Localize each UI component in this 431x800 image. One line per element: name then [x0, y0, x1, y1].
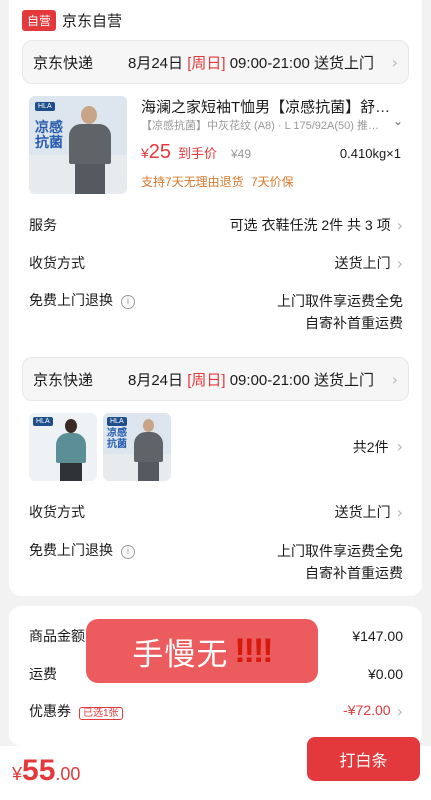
exclamation-icon: !!!! — [234, 631, 273, 670]
coupon-row[interactable]: 优惠券 已选1张 -¥72.00 › — [29, 701, 403, 721]
chevron-right-icon: › — [391, 52, 398, 72]
total-price: ¥ 55 .00 — [12, 754, 81, 787]
product-price: ¥ 25 到手价 — [141, 141, 218, 163]
service-label: 服务 — [29, 217, 57, 233]
hurry-sticker: 手慢无!!!! — [86, 619, 318, 683]
free-return-detail: 上门取件享运费全免 自寄补首重运费 — [277, 293, 403, 331]
delivery-method-label: 收货方式 — [29, 255, 85, 271]
carrier-name: 京东快递 — [33, 371, 94, 389]
self-operated-badge: 自营 — [22, 9, 57, 31]
info-icon[interactable]: i — [121, 545, 135, 559]
chevron-right-icon: › — [396, 253, 403, 273]
shop-header: 自营 京东自营 — [22, 9, 122, 31]
chevron-right-icon: › — [391, 369, 398, 389]
free-return-label: 免费上门退换 — [29, 292, 113, 308]
weight-quantity: 0.410kg×1 — [339, 146, 401, 161]
shop-name[interactable]: 京东自营 — [62, 10, 122, 31]
chevron-right-icon: › — [396, 701, 403, 721]
free-return-row: 免费上门退换 i 上门取件享运费全免 自寄补首重运费 — [29, 540, 403, 584]
item-count[interactable]: 共2件 › — [353, 437, 403, 457]
service-value: 可选 衣鞋任洗 2件 共 3 项 — [229, 217, 391, 233]
delivery-method-value: 送货上门 — [334, 255, 391, 271]
goods-amount-value: ¥147.00 — [352, 628, 403, 644]
shipping-fee-value: ¥0.00 — [367, 666, 403, 682]
product-title[interactable]: 海澜之家短袖T恤男【凉感抗菌】舒适透气百搭 — [141, 96, 405, 117]
product-image[interactable]: HLA 凉感 抗菌 — [103, 413, 171, 481]
chevron-right-icon: › — [396, 437, 403, 456]
delivery-method-label: 收货方式 — [29, 504, 85, 520]
delivery-method-row[interactable]: 收货方式 送货上门 › — [29, 253, 403, 273]
service-row[interactable]: 服务 可选 衣鞋任洗 2件 共 3 项 › — [29, 215, 403, 235]
delivery-date: 8月24日 [周日] 09:00-21:00 送货上门 — [128, 54, 374, 72]
shipping-fee-label: 运费 — [29, 666, 57, 682]
free-return-label: 免费上门退换 — [29, 542, 113, 558]
info-icon[interactable]: i — [121, 295, 135, 309]
carrier-name: 京东快递 — [33, 54, 94, 72]
pay-with-baitiao-button[interactable]: 打白条 — [307, 737, 420, 781]
delivery-date: 8月24日 [周日] 09:00-21:00 送货上门 — [128, 371, 374, 389]
coupon-value: -¥72.00 — [343, 701, 391, 718]
coupon-selected-badge: 已选1张 — [79, 707, 123, 720]
delivery-method-value: 送货上门 — [334, 504, 391, 520]
coupon-label: 优惠券 — [29, 703, 71, 719]
brand-logo: HLA — [35, 102, 55, 111]
service-promise: 支持7天无理由退货 7天价保 — [141, 175, 294, 189]
product-promo-text: 凉感 抗菌 — [35, 119, 63, 150]
original-price: ¥49 — [231, 147, 252, 161]
chevron-right-icon: › — [396, 502, 403, 522]
free-return-row: 免费上门退换 i 上门取件享运费全免 自寄补首重运费 — [29, 290, 403, 334]
free-return-detail: 上门取件享运费全免 自寄补首重运费 — [277, 543, 403, 581]
chevron-right-icon: › — [396, 215, 403, 235]
shipping-option-1[interactable]: 京东快递 8月24日 [周日] 09:00-21:00 送货上门 › — [22, 40, 409, 84]
product-spec[interactable]: 【凉感抗菌】中灰花纹 (A8) · L 175/92A(50) 推荐... — [141, 117, 385, 133]
goods-amount-label: 商品金额 — [29, 628, 85, 644]
chevron-down-icon[interactable]: ⌄ — [393, 114, 403, 128]
product-image[interactable]: HLA — [29, 413, 97, 481]
shipping-option-2[interactable]: 京东快递 8月24日 [周日] 09:00-21:00 送货上门 › — [22, 357, 409, 401]
product-image[interactable]: HLA 凉感 抗菌 — [29, 96, 127, 194]
delivery-method-row[interactable]: 收货方式 送货上门 › — [29, 502, 403, 522]
